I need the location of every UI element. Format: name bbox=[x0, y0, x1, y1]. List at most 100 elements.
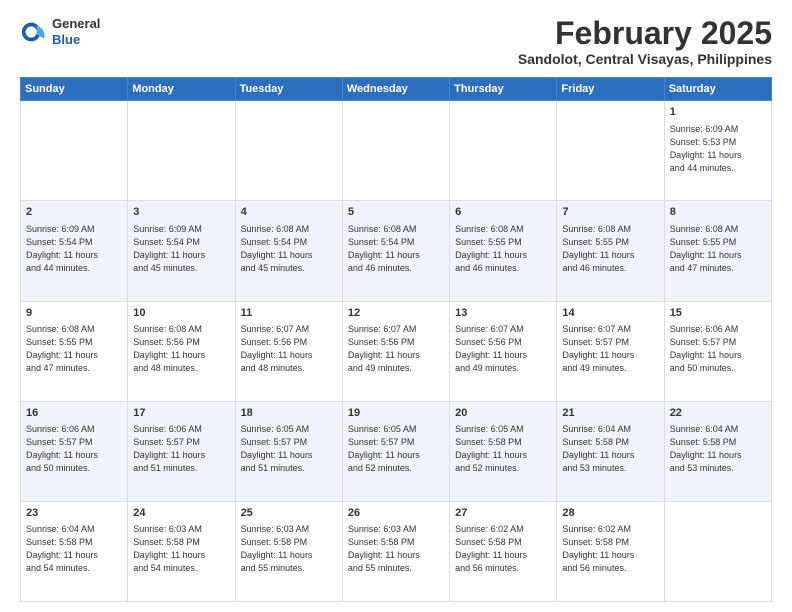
day-cell bbox=[557, 101, 664, 201]
day-info: Sunrise: 6:05 AM Sunset: 5:58 PM Dayligh… bbox=[455, 423, 551, 475]
day-cell: 27 Sunrise: 6:02 AM Sunset: 5:58 PM Dayli… bbox=[450, 501, 557, 601]
day-cell: 19 Sunrise: 6:05 AM Sunset: 5:57 PM Dayli… bbox=[342, 401, 449, 501]
day-cell: 3 Sunrise: 6:09 AM Sunset: 5:54 PM Daylig… bbox=[128, 201, 235, 301]
logo-area: General Blue bbox=[20, 16, 100, 47]
day-info: Sunrise: 6:08 AM Sunset: 5:54 PM Dayligh… bbox=[241, 223, 337, 275]
day-number: 16 bbox=[26, 406, 122, 421]
calendar-body: 1Sunrise: 6:09 AM Sunset: 5:53 PM Daylig… bbox=[21, 101, 772, 602]
day-of-week-header: Wednesday bbox=[342, 78, 449, 101]
day-cell bbox=[21, 101, 128, 201]
day-info: Sunrise: 6:06 AM Sunset: 5:57 PM Dayligh… bbox=[670, 323, 766, 375]
location: Sandolot, Central Visayas, Philippines bbox=[518, 51, 772, 67]
day-cell: 28 Sunrise: 6:02 AM Sunset: 5:58 PM Dayli… bbox=[557, 501, 664, 601]
day-info: Sunrise: 6:08 AM Sunset: 5:54 PM Dayligh… bbox=[348, 223, 444, 275]
day-cell: 13 Sunrise: 6:07 AM Sunset: 5:56 PM Dayli… bbox=[450, 301, 557, 401]
week-row: 1Sunrise: 6:09 AM Sunset: 5:53 PM Daylig… bbox=[21, 101, 772, 201]
day-cell: 2 Sunrise: 6:09 AM Sunset: 5:54 PM Daylig… bbox=[21, 201, 128, 301]
logo-blue: Blue bbox=[52, 32, 100, 48]
day-info: Sunrise: 6:05 AM Sunset: 5:57 PM Dayligh… bbox=[348, 423, 444, 475]
day-cell: 5 Sunrise: 6:08 AM Sunset: 5:54 PM Daylig… bbox=[342, 201, 449, 301]
day-info: Sunrise: 6:04 AM Sunset: 5:58 PM Dayligh… bbox=[562, 423, 658, 475]
page: General Blue February 2025 Sandolot, Cen… bbox=[0, 0, 792, 612]
day-number: 19 bbox=[348, 406, 444, 421]
day-cell: 18Sunrise: 6:05 AM Sunset: 5:57 PM Dayli… bbox=[235, 401, 342, 501]
day-of-week-header: Sunday bbox=[21, 78, 128, 101]
week-row: 2 Sunrise: 6:09 AM Sunset: 5:54 PM Daylig… bbox=[21, 201, 772, 301]
day-number: 11 bbox=[241, 306, 337, 321]
month-title: February 2025 bbox=[518, 16, 772, 51]
day-cell: 11 Sunrise: 6:07 AM Sunset: 5:56 PM Dayli… bbox=[235, 301, 342, 401]
day-number: 21 bbox=[562, 406, 658, 421]
day-cell: 1Sunrise: 6:09 AM Sunset: 5:53 PM Daylig… bbox=[664, 101, 771, 201]
day-info: Sunrise: 6:07 AM Sunset: 5:56 PM Dayligh… bbox=[241, 323, 337, 375]
title-area: February 2025 Sandolot, Central Visayas,… bbox=[518, 16, 772, 67]
day-number: 23 bbox=[26, 506, 122, 521]
week-row: 23 Sunrise: 6:04 AM Sunset: 5:58 PM Dayli… bbox=[21, 501, 772, 601]
day-cell bbox=[128, 101, 235, 201]
day-number: 9 bbox=[26, 306, 122, 321]
day-cell: 10 Sunrise: 6:08 AM Sunset: 5:56 PM Dayli… bbox=[128, 301, 235, 401]
calendar: SundayMondayTuesdayWednesdayThursdayFrid… bbox=[20, 77, 772, 602]
logo-text: General Blue bbox=[52, 16, 100, 47]
day-number: 28 bbox=[562, 506, 658, 521]
day-number: 20 bbox=[455, 406, 551, 421]
day-info: Sunrise: 6:08 AM Sunset: 5:56 PM Dayligh… bbox=[133, 323, 229, 375]
week-row: 9 Sunrise: 6:08 AM Sunset: 5:55 PM Daylig… bbox=[21, 301, 772, 401]
day-info: Sunrise: 6:09 AM Sunset: 5:54 PM Dayligh… bbox=[26, 223, 122, 275]
day-cell: 21 Sunrise: 6:04 AM Sunset: 5:58 PM Dayli… bbox=[557, 401, 664, 501]
day-number: 12 bbox=[348, 306, 444, 321]
day-cell: 14Sunrise: 6:07 AM Sunset: 5:57 PM Dayli… bbox=[557, 301, 664, 401]
day-number: 7 bbox=[562, 205, 658, 220]
day-cell: 23 Sunrise: 6:04 AM Sunset: 5:58 PM Dayli… bbox=[21, 501, 128, 601]
week-row: 16 Sunrise: 6:06 AM Sunset: 5:57 PM Dayli… bbox=[21, 401, 772, 501]
day-cell: 16Sunrise: 6:06 AM Sunset: 5:57 PM Dayli… bbox=[21, 401, 128, 501]
day-info: Sunrise: 6:07 AM Sunset: 5:56 PM Dayligh… bbox=[455, 323, 551, 375]
day-number: 26 bbox=[348, 506, 444, 521]
day-number: 22 bbox=[670, 406, 766, 421]
day-info: Sunrise: 6:05 AM Sunset: 5:57 PM Dayligh… bbox=[241, 423, 337, 475]
day-cell: 12 Sunrise: 6:07 AM Sunset: 5:56 PM Dayli… bbox=[342, 301, 449, 401]
day-of-week-header: Monday bbox=[128, 78, 235, 101]
day-number: 6 bbox=[455, 205, 551, 220]
day-number: 8 bbox=[670, 205, 766, 220]
day-info: Sunrise: 6:09 AM Sunset: 5:53 PM Dayligh… bbox=[670, 123, 766, 175]
day-cell bbox=[235, 101, 342, 201]
day-cell: 25 Sunrise: 6:03 AM Sunset: 5:58 PM Dayli… bbox=[235, 501, 342, 601]
day-number: 4 bbox=[241, 205, 337, 220]
day-number: 10 bbox=[133, 306, 229, 321]
day-info: Sunrise: 6:09 AM Sunset: 5:54 PM Dayligh… bbox=[133, 223, 229, 275]
day-cell: 20 Sunrise: 6:05 AM Sunset: 5:58 PM Dayli… bbox=[450, 401, 557, 501]
logo-icon bbox=[20, 18, 48, 46]
day-info: Sunrise: 6:08 AM Sunset: 5:55 PM Dayligh… bbox=[670, 223, 766, 275]
day-number: 25 bbox=[241, 506, 337, 521]
day-number: 2 bbox=[26, 205, 122, 220]
day-of-week-header: Saturday bbox=[664, 78, 771, 101]
calendar-header: SundayMondayTuesdayWednesdayThursdayFrid… bbox=[21, 78, 772, 101]
day-of-week-header: Tuesday bbox=[235, 78, 342, 101]
day-info: Sunrise: 6:04 AM Sunset: 5:58 PM Dayligh… bbox=[26, 523, 122, 575]
day-info: Sunrise: 6:02 AM Sunset: 5:58 PM Dayligh… bbox=[455, 523, 551, 575]
day-cell: 24 Sunrise: 6:03 AM Sunset: 5:58 PM Dayli… bbox=[128, 501, 235, 601]
day-number: 24 bbox=[133, 506, 229, 521]
day-cell: 22 Sunrise: 6:04 AM Sunset: 5:58 PM Dayli… bbox=[664, 401, 771, 501]
day-number: 27 bbox=[455, 506, 551, 521]
day-number: 5 bbox=[348, 205, 444, 220]
day-info: Sunrise: 6:03 AM Sunset: 5:58 PM Dayligh… bbox=[133, 523, 229, 575]
day-cell bbox=[664, 501, 771, 601]
day-info: Sunrise: 6:03 AM Sunset: 5:58 PM Dayligh… bbox=[241, 523, 337, 575]
day-info: Sunrise: 6:06 AM Sunset: 5:57 PM Dayligh… bbox=[133, 423, 229, 475]
day-info: Sunrise: 6:04 AM Sunset: 5:58 PM Dayligh… bbox=[670, 423, 766, 475]
day-cell bbox=[450, 101, 557, 201]
day-of-week-header: Friday bbox=[557, 78, 664, 101]
header: General Blue February 2025 Sandolot, Cen… bbox=[20, 16, 772, 67]
day-info: Sunrise: 6:08 AM Sunset: 5:55 PM Dayligh… bbox=[26, 323, 122, 375]
day-number: 13 bbox=[455, 306, 551, 321]
day-info: Sunrise: 6:08 AM Sunset: 5:55 PM Dayligh… bbox=[455, 223, 551, 275]
day-info: Sunrise: 6:07 AM Sunset: 5:56 PM Dayligh… bbox=[348, 323, 444, 375]
day-cell: 9 Sunrise: 6:08 AM Sunset: 5:55 PM Daylig… bbox=[21, 301, 128, 401]
day-number: 14 bbox=[562, 306, 658, 321]
day-number: 3 bbox=[133, 205, 229, 220]
day-info: Sunrise: 6:02 AM Sunset: 5:58 PM Dayligh… bbox=[562, 523, 658, 575]
day-cell: 8 Sunrise: 6:08 AM Sunset: 5:55 PM Daylig… bbox=[664, 201, 771, 301]
day-cell: 15Sunrise: 6:06 AM Sunset: 5:57 PM Dayli… bbox=[664, 301, 771, 401]
